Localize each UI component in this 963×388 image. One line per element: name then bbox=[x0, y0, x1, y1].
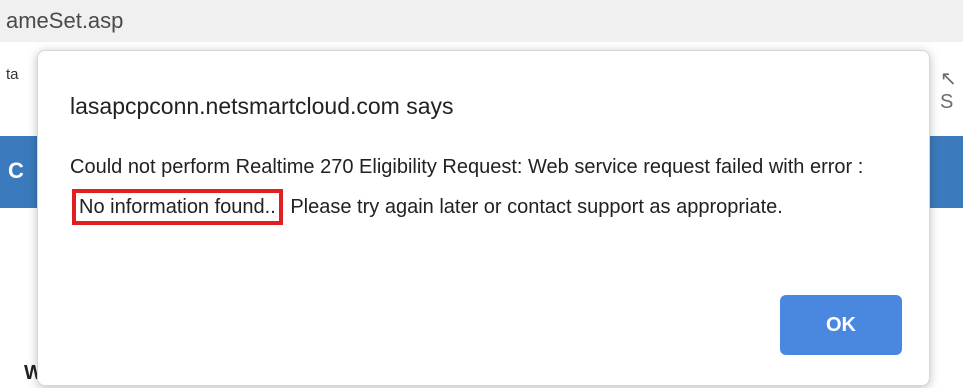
highlighted-error-text: No information found.. bbox=[72, 189, 283, 225]
message-part1: Could not perform Realtime 270 Eligibili… bbox=[70, 156, 864, 178]
dialog-title: lasapcpconn.netsmartcloud.com says bbox=[70, 93, 454, 119]
address-url-text: ameSet.asp bbox=[6, 8, 124, 33]
dialog-message: Could not perform Realtime 270 Eligibili… bbox=[70, 147, 910, 227]
message-part2: Please try again later or contact suppor… bbox=[290, 196, 783, 218]
ok-button[interactable]: OK bbox=[780, 295, 902, 355]
alert-dialog: lasapcpconn.netsmartcloud.com says Could… bbox=[37, 50, 930, 386]
browser-address-bar[interactable]: ameSet.asp bbox=[0, 0, 963, 42]
page-right-glyph: ↖ S bbox=[940, 68, 957, 113]
page-header-letter: C bbox=[8, 158, 24, 183]
page-text-fragment: ta bbox=[6, 66, 19, 83]
